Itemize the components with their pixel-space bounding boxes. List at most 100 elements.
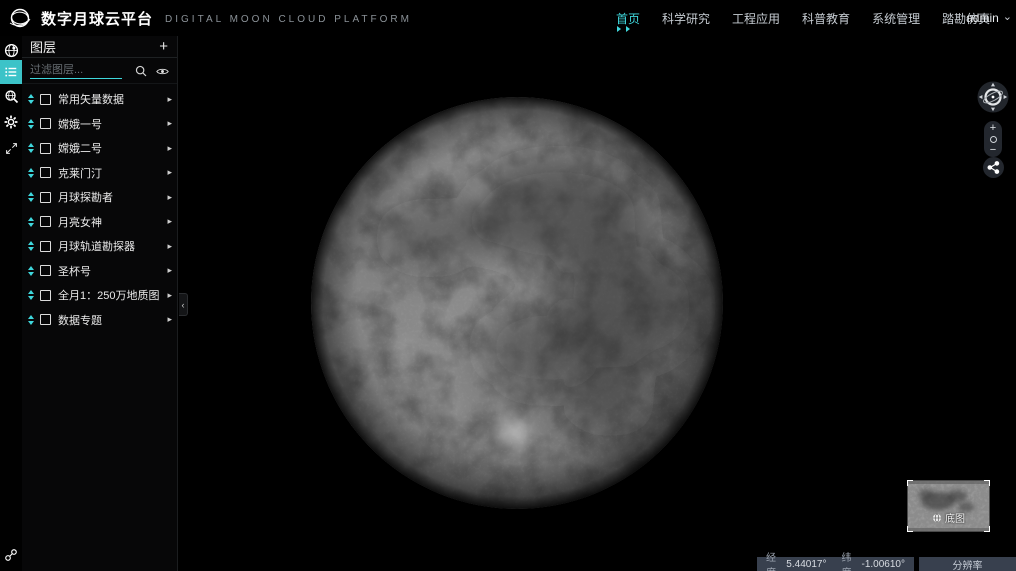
gear-icon[interactable] xyxy=(0,114,22,130)
drag-handle-icon[interactable] xyxy=(28,266,34,276)
drag-handle-icon[interactable] xyxy=(28,119,34,129)
drag-handle-icon[interactable] xyxy=(28,217,34,227)
share-button[interactable] xyxy=(983,157,1004,178)
latitude-value: -1.00610° xyxy=(862,559,905,570)
panel-collapse-button[interactable]: ‹ xyxy=(179,293,188,316)
drag-handle-icon[interactable] xyxy=(28,192,34,202)
layer-row[interactable]: 月球轨道勘探器▸ xyxy=(22,234,177,259)
layer-expand-icon[interactable]: ▸ xyxy=(167,192,172,203)
search-globe-icon[interactable] xyxy=(0,88,22,104)
layer-expand-icon[interactable]: ▸ xyxy=(167,265,172,276)
chevron-down-icon: ⌄ xyxy=(1003,10,1012,23)
layer-row[interactable]: 月亮女神▸ xyxy=(22,210,177,235)
layer-label: 圣杯号 xyxy=(58,263,167,279)
user-name: admin xyxy=(966,11,999,25)
zoom-out-button[interactable]: − xyxy=(990,145,996,155)
layer-row[interactable]: 嫦娥二号▸ xyxy=(22,136,177,161)
layer-label: 月亮女神 xyxy=(58,214,167,230)
layer-expand-icon[interactable]: ▸ xyxy=(167,143,172,154)
minimap-corner xyxy=(907,480,913,486)
layer-expand-icon[interactable]: ▸ xyxy=(167,118,172,129)
layer-search-row xyxy=(22,58,177,84)
fullscreen-icon[interactable] xyxy=(0,140,22,156)
layer-row[interactable]: 克莱门汀▸ xyxy=(22,161,177,186)
layer-row[interactable]: 月球探勘者▸ xyxy=(22,185,177,210)
brand: 数字月球云平台 DIGITAL MOON CLOUD PLATFORM xyxy=(8,0,412,36)
layer-checkbox[interactable] xyxy=(40,94,51,105)
panel-title: 图层 xyxy=(30,37,159,56)
layer-label: 月球探勘者 xyxy=(58,189,167,205)
reset-view-button[interactable] xyxy=(990,136,997,143)
user-menu[interactable]: admin ⌄ xyxy=(966,0,1012,36)
nav-item[interactable]: 科学研究 xyxy=(662,0,710,36)
moon-globe[interactable] xyxy=(310,96,724,510)
drag-handle-icon[interactable] xyxy=(28,168,34,178)
add-layer-button[interactable]: + xyxy=(159,39,168,54)
layer-label: 月球轨道勘探器 xyxy=(58,238,167,254)
layer-expand-icon[interactable]: ▸ xyxy=(167,94,172,105)
layer-checkbox[interactable] xyxy=(40,118,51,129)
layer-panel: 图层 + 常用矢量数据▸嫦娥一号▸嫦娥二号▸克莱门汀▸月球探勘者▸月亮女神▸月球… xyxy=(22,36,178,571)
zoom-control: + − xyxy=(984,121,1002,157)
drag-handle-icon[interactable] xyxy=(28,315,34,325)
layer-checkbox[interactable] xyxy=(40,167,51,178)
top-bar: 数字月球云平台 DIGITAL MOON CLOUD PLATFORM 首页科学… xyxy=(0,0,1016,36)
layer-row[interactable]: 圣杯号▸ xyxy=(22,259,177,284)
zoom-in-button[interactable]: + xyxy=(990,123,996,133)
layer-row[interactable]: 数据专题▸ xyxy=(22,308,177,333)
layer-list: 常用矢量数据▸嫦娥一号▸嫦娥二号▸克莱门汀▸月球探勘者▸月亮女神▸月球轨道勘探器… xyxy=(22,87,177,332)
nav-item[interactable]: 首页 xyxy=(616,0,640,36)
coordinate-readout: 经度 5.44017° 纬度 -1.00610° xyxy=(757,557,914,571)
panel-header: 图层 + xyxy=(22,36,177,58)
layer-expand-icon[interactable]: ▸ xyxy=(167,241,172,252)
longitude-label: 经度 xyxy=(766,549,781,571)
globe-icon[interactable] xyxy=(0,42,22,58)
minimap-corner xyxy=(984,526,990,532)
layer-row[interactable]: 全月1：250万地质图▸ xyxy=(22,283,177,308)
layer-filter-input[interactable] xyxy=(30,62,122,79)
layer-checkbox[interactable] xyxy=(40,216,51,227)
minimap-corner xyxy=(984,480,990,486)
active-tab-indicator xyxy=(617,26,630,32)
basemap-globe-icon xyxy=(932,513,942,523)
drag-handle-icon[interactable] xyxy=(28,241,34,251)
nav-item[interactable]: 工程应用 xyxy=(732,0,780,36)
basemap-label[interactable]: 底图 xyxy=(908,510,989,525)
layer-label: 嫦娥一号 xyxy=(58,116,167,132)
longitude-value: 5.44017° xyxy=(786,559,826,570)
drag-handle-icon[interactable] xyxy=(28,143,34,153)
compass-navigation-widget[interactable] xyxy=(977,81,1009,113)
search-icon[interactable] xyxy=(135,65,147,77)
icon-rail xyxy=(0,36,22,571)
layer-expand-icon[interactable]: ▸ xyxy=(167,314,172,325)
resolution-label: 分辨率 xyxy=(953,557,983,571)
layer-checkbox[interactable] xyxy=(40,143,51,154)
layer-row[interactable]: 嫦娥一号▸ xyxy=(22,112,177,137)
drag-handle-icon[interactable] xyxy=(28,290,34,300)
layer-checkbox[interactable] xyxy=(40,265,51,276)
moon-logo-icon xyxy=(8,6,32,30)
nav-item[interactable]: 系统管理 xyxy=(872,0,920,36)
app-title: 数字月球云平台 xyxy=(41,8,153,29)
layer-expand-icon[interactable]: ▸ xyxy=(167,216,172,227)
resolution-readout: 分辨率 xyxy=(919,557,1016,571)
drag-handle-icon[interactable] xyxy=(28,94,34,104)
layer-label: 常用矢量数据 xyxy=(58,91,167,107)
main-nav: 首页科学研究工程应用科普教育系统管理踏勘仿真 xyxy=(616,0,990,36)
layer-row[interactable]: 常用矢量数据▸ xyxy=(22,87,177,112)
layer-checkbox[interactable] xyxy=(40,290,51,301)
layer-checkbox[interactable] xyxy=(40,314,51,325)
nav-item[interactable]: 科普教育 xyxy=(802,0,850,36)
minimap[interactable]: 底图 xyxy=(907,480,990,532)
layers-list-icon[interactable] xyxy=(0,60,22,84)
layer-label: 嫦娥二号 xyxy=(58,140,167,156)
link-icon[interactable] xyxy=(0,547,22,563)
layer-checkbox[interactable] xyxy=(40,192,51,203)
layer-label: 克莱门汀 xyxy=(58,165,167,181)
eye-icon[interactable] xyxy=(156,67,169,76)
layer-label: 数据专题 xyxy=(58,312,167,328)
layer-checkbox[interactable] xyxy=(40,241,51,252)
basemap-label-text: 底图 xyxy=(945,510,965,525)
layer-expand-icon[interactable]: ▸ xyxy=(167,290,172,301)
layer-expand-icon[interactable]: ▸ xyxy=(167,167,172,178)
